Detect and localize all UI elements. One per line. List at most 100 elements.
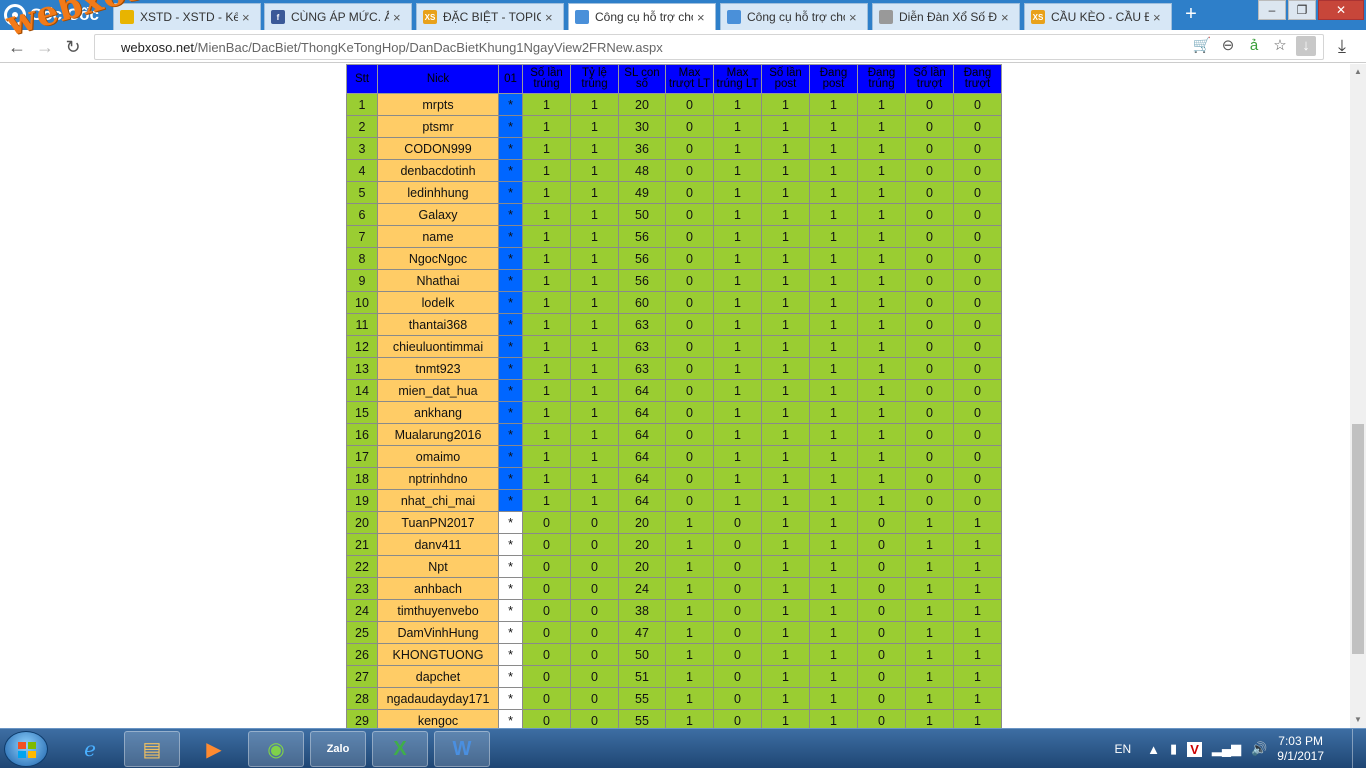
- close-tab-icon[interactable]: ×: [1153, 10, 1165, 25]
- nick-cell[interactable]: lodelk: [378, 292, 499, 314]
- downloads-icon[interactable]: ⤓: [1332, 36, 1352, 56]
- browser-tab[interactable]: XSCẦU KÈO - CẦU ĐI×: [1024, 3, 1172, 30]
- vertical-scrollbar[interactable]: ▲ ▼: [1350, 64, 1366, 728]
- table-row: 12chieuluontimmai*11630111100: [347, 336, 1002, 358]
- nick-cell[interactable]: mrpts: [378, 94, 499, 116]
- nick-cell[interactable]: KHONGTUONG: [378, 644, 499, 666]
- nick-cell[interactable]: CODON999: [378, 138, 499, 160]
- stat-cell: 1: [954, 534, 1002, 556]
- internet-explorer-icon[interactable]: ℯ: [62, 731, 118, 767]
- volume-icon[interactable]: 🔊: [1251, 741, 1267, 757]
- media-player-icon[interactable]: ▶: [186, 731, 242, 767]
- language-indicator[interactable]: EN: [1115, 742, 1132, 756]
- nick-cell[interactable]: Mualarung2016: [378, 424, 499, 446]
- scrollbar-thumb[interactable]: [1352, 424, 1364, 654]
- reload-button[interactable]: ↻: [62, 36, 84, 58]
- stat-cell: 0: [666, 402, 714, 424]
- excel-icon[interactable]: X: [372, 731, 428, 767]
- scroll-down-arrow-icon[interactable]: ▼: [1350, 712, 1366, 728]
- nick-cell[interactable]: Galaxy: [378, 204, 499, 226]
- nick-cell[interactable]: ptsmr: [378, 116, 499, 138]
- browser-tab[interactable]: Công cụ hỗ trợ chơ×: [568, 3, 716, 30]
- nick-cell[interactable]: name: [378, 226, 499, 248]
- nick-cell[interactable]: thantai368: [378, 314, 499, 336]
- word-icon[interactable]: W: [434, 731, 490, 767]
- browser-tab[interactable]: Công cụ hỗ trợ chơ ×: [720, 3, 868, 30]
- show-hidden-icons-icon[interactable]: ▲: [1147, 742, 1160, 757]
- nick-cell[interactable]: ankhang: [378, 402, 499, 424]
- nick-cell[interactable]: mien_dat_hua: [378, 380, 499, 402]
- row-number: 6: [347, 204, 378, 226]
- zalo-icon[interactable]: Zalo: [310, 731, 366, 767]
- close-window-button[interactable]: ✕: [1318, 0, 1364, 20]
- nick-cell[interactable]: tnmt923: [378, 358, 499, 380]
- tab-strip: Cốc Cốc XSTD - XSTD - Kết×fCÙNG ÁP MỨC. …: [0, 0, 1366, 30]
- close-tab-icon[interactable]: ×: [545, 10, 557, 25]
- nick-cell[interactable]: NgocNgoc: [378, 248, 499, 270]
- minimize-button[interactable]: –: [1258, 0, 1286, 20]
- stat-cell: 1: [858, 402, 906, 424]
- stat-cell: 1: [523, 116, 571, 138]
- new-tab-button[interactable]: +: [1180, 6, 1202, 24]
- forward-button[interactable]: →: [34, 36, 56, 58]
- nick-cell[interactable]: timthuyenvebo: [378, 600, 499, 622]
- scroll-up-arrow-icon[interactable]: ▲: [1350, 64, 1366, 80]
- maximize-button[interactable]: ❐: [1288, 0, 1316, 20]
- nick-cell[interactable]: chieuluontimmai: [378, 336, 499, 358]
- browser-tab[interactable]: Diễn Đàn Xổ Số Đi×: [872, 3, 1020, 30]
- row-number: 14: [347, 380, 378, 402]
- close-tab-icon[interactable]: ×: [849, 10, 861, 25]
- nick-cell[interactable]: denbacdotinh: [378, 160, 499, 182]
- stat-cell: 24: [619, 578, 666, 600]
- stat-cell: 0: [666, 116, 714, 138]
- stat-cell: 1: [762, 710, 810, 729]
- stat-cell: 0: [954, 424, 1002, 446]
- stat-cell: 0: [906, 292, 954, 314]
- nick-cell[interactable]: ngadaudayday171: [378, 688, 499, 710]
- table-row: 20TuanPN2017*00201011011: [347, 512, 1002, 534]
- address-bar[interactable]: webxoso.net/MienBac/DacBiet/ThongKeTongH…: [94, 34, 1324, 60]
- nick-cell[interactable]: dapchet: [378, 666, 499, 688]
- nick-cell[interactable]: nptrinhdno: [378, 468, 499, 490]
- system-clock[interactable]: 7:03 PM 9/1/2017: [1277, 734, 1324, 764]
- mark-cell: *: [499, 666, 523, 688]
- antivirus-icon[interactable]: V: [1187, 742, 1202, 757]
- nick-cell[interactable]: kengoc: [378, 710, 499, 729]
- start-button[interactable]: [4, 731, 48, 767]
- vietnamese-input-icon[interactable]: ả: [1244, 36, 1264, 56]
- nick-cell[interactable]: nhat_chi_mai: [378, 490, 499, 512]
- nick-cell[interactable]: anhbach: [378, 578, 499, 600]
- file-explorer-icon[interactable]: ▤: [124, 731, 180, 767]
- network-signal-icon[interactable]: ▂▄▆: [1212, 741, 1241, 757]
- nick-cell[interactable]: danv411: [378, 534, 499, 556]
- column-header: Stt: [347, 65, 378, 94]
- zoom-icon[interactable]: ⊖: [1218, 36, 1238, 56]
- device-icon[interactable]: ▮: [1170, 741, 1177, 757]
- browser-tab[interactable]: XSĐẶC BIỆT - TOPIC×: [416, 3, 564, 30]
- row-number: 20: [347, 512, 378, 534]
- browser-tab[interactable]: fCÙNG ÁP MỨC. Ấn×: [264, 3, 412, 30]
- stat-cell: 1: [810, 534, 858, 556]
- stat-cell: 0: [954, 358, 1002, 380]
- cart-icon[interactable]: 🛒: [1192, 36, 1212, 56]
- nick-cell[interactable]: DamVinhHung: [378, 622, 499, 644]
- stat-cell: 55: [619, 688, 666, 710]
- stat-cell: 1: [858, 446, 906, 468]
- tab-title: CÙNG ÁP MỨC. Ấn: [291, 10, 389, 24]
- close-tab-icon[interactable]: ×: [393, 10, 405, 25]
- close-tab-icon[interactable]: ×: [697, 10, 709, 25]
- nick-cell[interactable]: Nhathai: [378, 270, 499, 292]
- close-tab-icon[interactable]: ×: [242, 10, 254, 25]
- close-tab-icon[interactable]: ×: [1001, 10, 1013, 25]
- coccoc-browser-icon[interactable]: ◉: [248, 731, 304, 767]
- nick-cell[interactable]: TuanPN2017: [378, 512, 499, 534]
- tab-title: Công cụ hỗ trợ chơ: [747, 10, 845, 24]
- show-desktop-button[interactable]: [1352, 729, 1366, 769]
- download-media-icon[interactable]: ↓: [1296, 36, 1316, 56]
- nick-cell[interactable]: Npt: [378, 556, 499, 578]
- nick-cell[interactable]: ledinhhung: [378, 182, 499, 204]
- bookmark-star-icon[interactable]: ☆: [1270, 36, 1290, 56]
- stat-cell: 0: [714, 556, 762, 578]
- stat-cell: 0: [571, 600, 619, 622]
- nick-cell[interactable]: omaimo: [378, 446, 499, 468]
